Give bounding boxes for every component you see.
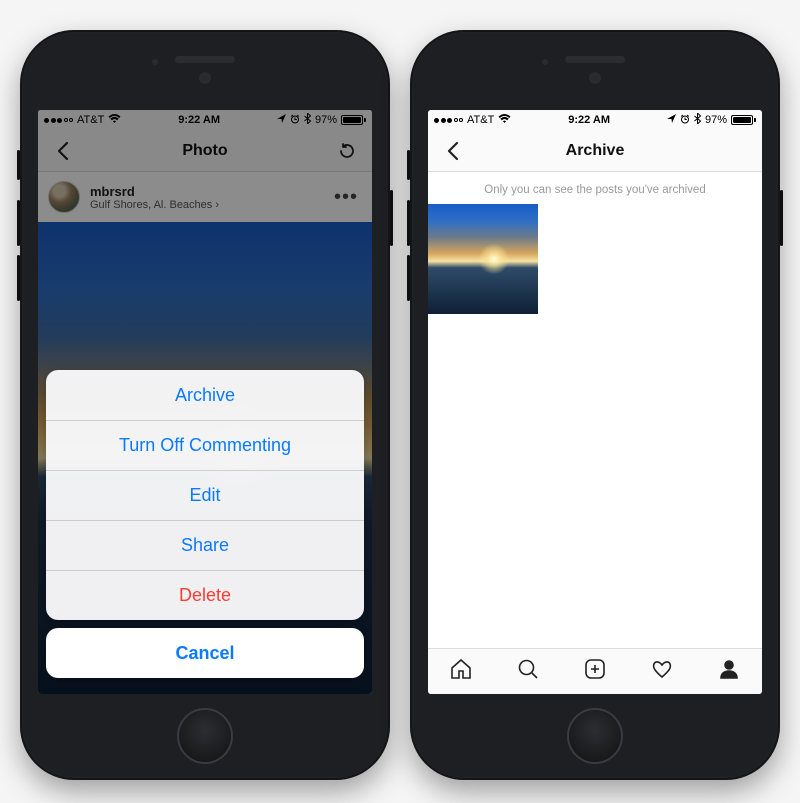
phone-frame-left: AT&T 9:22 AM 97% Photo — [20, 30, 390, 780]
archived-photo-thumbnail[interactable] — [428, 204, 538, 314]
screen-right: AT&T 9:22 AM 97% Archive O — [428, 110, 762, 694]
tab-activity[interactable] — [650, 657, 674, 686]
tab-add-post[interactable] — [583, 657, 607, 686]
screen-left: AT&T 9:22 AM 97% Photo — [38, 110, 372, 694]
back-button[interactable] — [438, 141, 468, 161]
heart-icon — [650, 657, 674, 681]
search-icon — [516, 657, 540, 681]
action-delete[interactable]: Delete — [46, 570, 364, 620]
clock-label: 9:22 AM — [511, 114, 667, 126]
alarm-icon — [680, 114, 690, 127]
action-sheet-overlay[interactable]: Archive Turn Off Commenting Edit Share D… — [38, 110, 372, 694]
tab-profile[interactable] — [717, 657, 741, 686]
battery-icon — [731, 115, 756, 125]
action-sheet: Archive Turn Off Commenting Edit Share D… — [46, 370, 364, 620]
battery-pct-label: 97% — [705, 114, 727, 126]
plus-square-icon — [583, 657, 607, 681]
home-icon — [449, 657, 473, 681]
action-archive[interactable]: Archive — [46, 370, 364, 420]
archive-content: Only you can see the posts you've archiv… — [428, 172, 762, 648]
archive-info-text: Only you can see the posts you've archiv… — [428, 172, 762, 204]
signal-icon — [434, 118, 463, 123]
page-title: Archive — [566, 142, 625, 160]
location-services-icon — [667, 114, 676, 126]
action-turn-off-commenting[interactable]: Turn Off Commenting — [46, 420, 364, 470]
bluetooth-icon — [694, 113, 701, 127]
home-button[interactable] — [567, 708, 623, 764]
action-share[interactable]: Share — [46, 520, 364, 570]
chevron-left-icon — [446, 141, 460, 161]
action-cancel[interactable]: Cancel — [46, 628, 364, 678]
wifi-icon — [498, 114, 511, 127]
home-button[interactable] — [177, 708, 233, 764]
action-sheet-cancel-group: Cancel — [46, 628, 364, 678]
person-icon — [717, 657, 741, 681]
status-bar: AT&T 9:22 AM 97% — [428, 110, 762, 130]
archive-grid — [428, 204, 762, 314]
phone-frame-right: AT&T 9:22 AM 97% Archive O — [410, 30, 780, 780]
tab-search[interactable] — [516, 657, 540, 686]
carrier-label: AT&T — [467, 114, 494, 126]
tab-home[interactable] — [449, 657, 473, 686]
action-edit[interactable]: Edit — [46, 470, 364, 520]
nav-bar: Archive — [428, 130, 762, 172]
tab-bar — [428, 648, 762, 694]
